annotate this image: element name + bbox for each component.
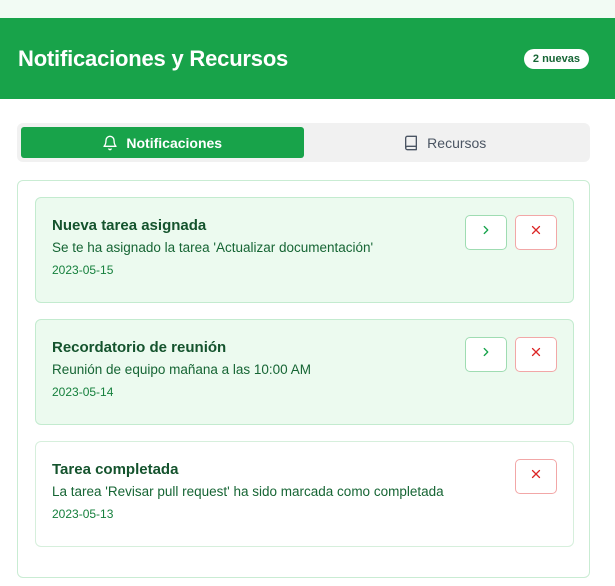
chevron-right-icon: [479, 223, 493, 242]
dismiss-notification-button[interactable]: [515, 459, 557, 494]
notification-date: 2023-05-14: [52, 385, 114, 399]
notification-actions: [465, 337, 557, 372]
notification-card: Recordatorio de reunión Reunión de equip…: [35, 319, 574, 425]
notification-card: Tarea completada La tarea 'Revisar pull …: [35, 441, 574, 547]
close-icon: [529, 345, 543, 364]
notification-date: 2023-05-13: [52, 507, 114, 521]
close-icon: [529, 467, 543, 486]
notification-actions: [515, 459, 557, 494]
page-title: Notificaciones y Recursos: [18, 45, 289, 71]
tab-label: Recursos: [427, 134, 487, 151]
notification-card: Nueva tarea asignada Se te ha asignado l…: [35, 197, 574, 303]
tab-notificaciones[interactable]: Notificaciones: [21, 127, 304, 158]
page-background: Notificaciones y Recursos 2 nuevas Notif…: [0, 0, 615, 586]
dismiss-notification-button[interactable]: [515, 215, 557, 250]
tab-label: Notificaciones: [126, 134, 223, 151]
bell-icon: [102, 135, 118, 151]
tab-bar: Notificaciones Recursos: [17, 123, 590, 162]
notification-message: La tarea 'Revisar pull request' ha sido …: [52, 484, 444, 499]
notification-actions: [465, 215, 557, 250]
dismiss-notification-button[interactable]: [515, 337, 557, 372]
notification-list: Nueva tarea asignada Se te ha asignado l…: [17, 180, 590, 578]
book-icon: [403, 135, 419, 151]
close-icon: [529, 223, 543, 242]
panel-header: Notificaciones y Recursos 2 nuevas: [0, 18, 615, 99]
notifications-panel: Notificaciones y Recursos 2 nuevas Notif…: [0, 18, 615, 586]
chevron-right-icon: [479, 345, 493, 364]
notification-date: 2023-05-15: [52, 263, 114, 277]
open-notification-button[interactable]: [465, 215, 507, 250]
notification-title: Tarea completada: [52, 461, 179, 478]
new-count-badge: 2 nuevas: [523, 48, 589, 69]
tab-recursos[interactable]: Recursos: [304, 127, 587, 158]
open-notification-button[interactable]: [465, 337, 507, 372]
